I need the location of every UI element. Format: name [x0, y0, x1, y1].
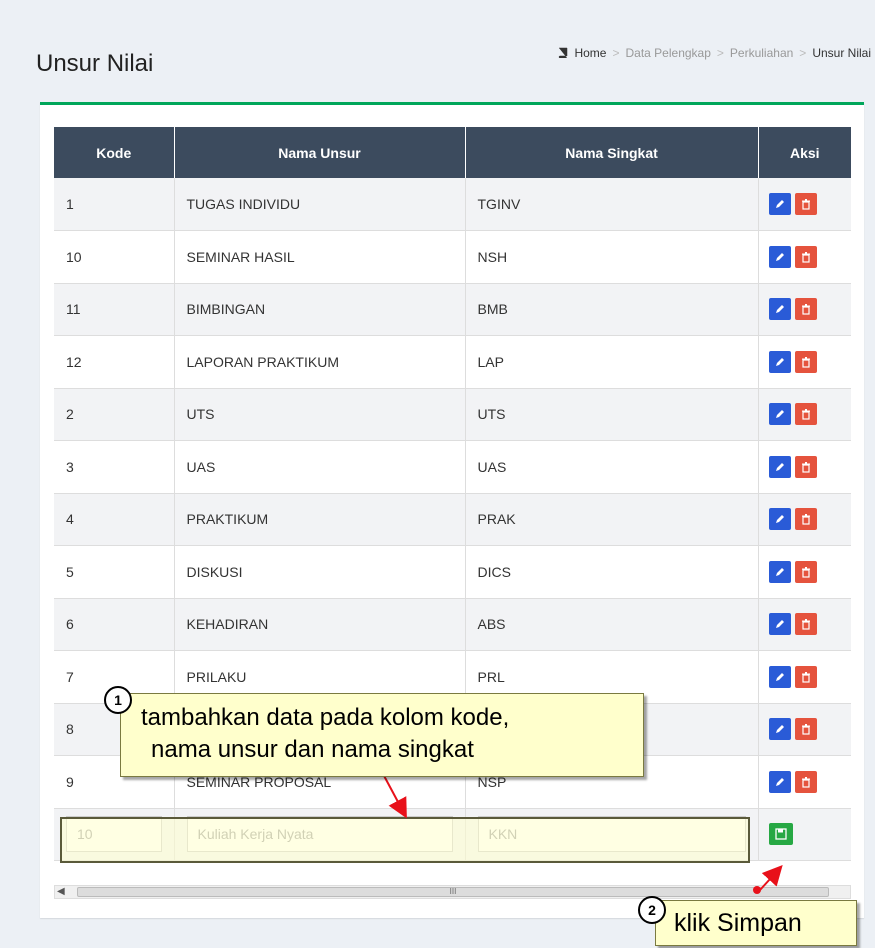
arrow-to-save — [759, 865, 783, 891]
callout-text: nama unsur dan nama singkat — [151, 736, 474, 763]
step-number-badge: 1 — [104, 686, 132, 714]
callout-text: tambahkan data pada kolom kode, — [141, 704, 510, 731]
annotation-arrows — [378, 768, 783, 894]
callout-step-2: klik Simpan — [655, 900, 857, 946]
arrow-origin-dot — [753, 886, 761, 894]
arrow-to-inputs — [381, 771, 407, 819]
step-number-badge: 2 — [638, 896, 666, 924]
callout-text: klik Simpan — [674, 909, 802, 937]
callout-step-1: tambahkan data pada kolom kode, nama uns… — [120, 693, 644, 777]
